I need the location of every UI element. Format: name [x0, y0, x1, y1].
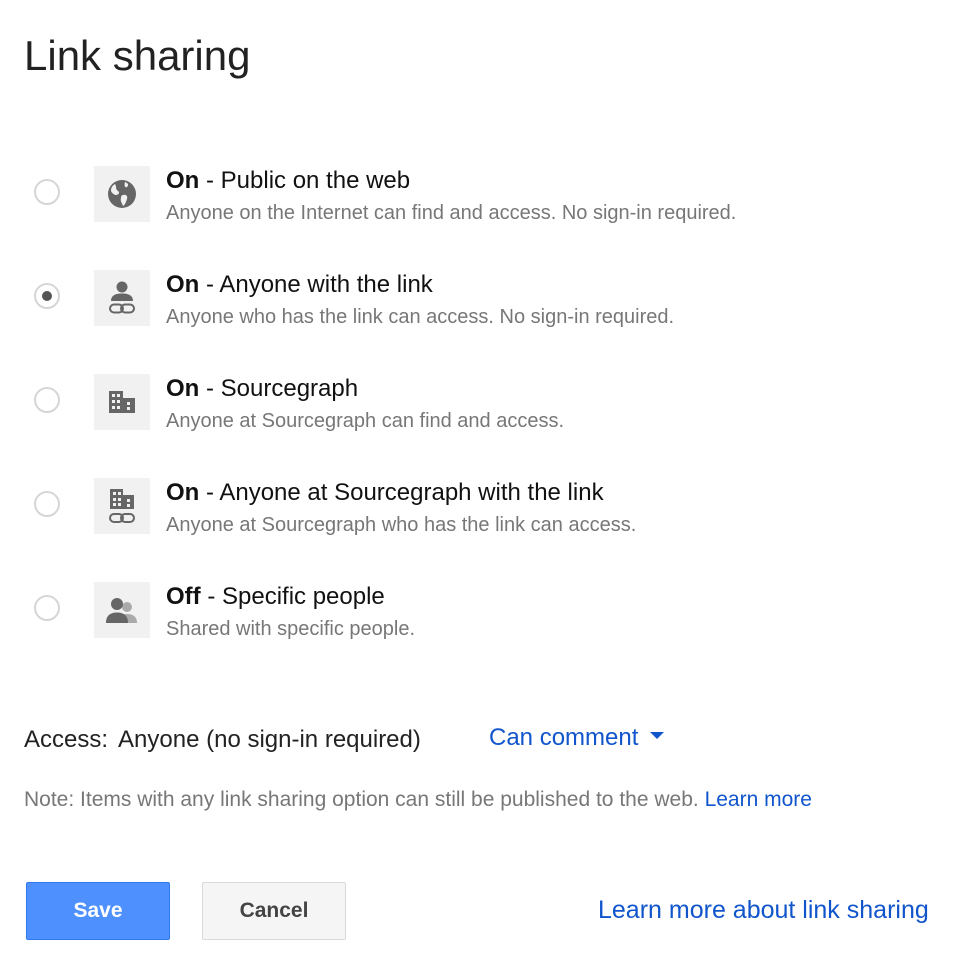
option-label: - Specific people: [200, 583, 385, 610]
option-label: - Public on the web: [199, 167, 411, 194]
option-text: On - Sourcegraph Anyone at Sourcegraph c…: [166, 374, 564, 434]
access-value: Anyone (no sign-in required): [118, 726, 421, 753]
learn-more-about-link-sharing-link[interactable]: Learn more about link sharing: [598, 894, 929, 926]
radio-sourcegraph[interactable]: [34, 387, 60, 413]
option-state: On: [166, 479, 200, 506]
cancel-button[interactable]: Cancel: [202, 882, 346, 940]
option-text: Off - Specific people Shared with specif…: [166, 582, 415, 642]
building-icon: [94, 374, 150, 430]
option-description: Anyone on the Internet can find and acce…: [166, 202, 737, 224]
publish-note: Note: Items with any link sharing option…: [24, 786, 812, 814]
option-state: On: [166, 271, 200, 298]
dialog-title: Link sharing: [24, 32, 251, 79]
option-description: Anyone who has the link can access. No s…: [166, 306, 675, 328]
option-text: On - Anyone at Sourcegraph with the link…: [166, 478, 636, 538]
learn-more-link[interactable]: Learn more: [705, 788, 812, 811]
option-anyone-with-link[interactable]: On - Anyone with the link Anyone who has…: [0, 270, 968, 354]
option-description: Anyone at Sourcegraph can find and acces…: [166, 410, 565, 432]
option-description: Anyone at Sourcegraph who has the link c…: [166, 514, 637, 536]
radio-sourcegraph-with-link[interactable]: [34, 491, 60, 517]
option-sourcegraph[interactable]: On - Sourcegraph Anyone at Sourcegraph c…: [0, 374, 968, 458]
option-text: On - Anyone with the link Anyone who has…: [166, 270, 674, 330]
building-link-icon: [94, 478, 150, 534]
permission-dropdown[interactable]: Can comment: [489, 722, 665, 754]
option-label: - Anyone at Sourcegraph with the link: [199, 479, 604, 506]
permission-value: Can comment: [489, 724, 639, 751]
option-text: On - Public on the web Anyone on the Int…: [166, 166, 736, 226]
access-row: Access: Anyone (no sign-in required): [24, 724, 421, 756]
radio-specific-people[interactable]: [34, 595, 60, 621]
option-specific-people[interactable]: Off - Specific people Shared with specif…: [0, 582, 968, 666]
people-icon: [94, 582, 150, 638]
save-button[interactable]: Save: [26, 882, 170, 940]
person-link-icon: [94, 270, 150, 326]
option-sourcegraph-with-link[interactable]: On - Anyone at Sourcegraph with the link…: [0, 478, 968, 562]
radio-public-on-web[interactable]: [34, 179, 60, 205]
radio-anyone-with-link[interactable]: [34, 283, 60, 309]
option-description: Shared with specific people.: [166, 618, 416, 640]
access-label: Access:: [24, 726, 109, 753]
note-text: Note: Items with any link sharing option…: [24, 788, 699, 811]
option-state: On: [166, 167, 200, 194]
option-public-on-web[interactable]: On - Public on the web Anyone on the Int…: [0, 166, 968, 250]
caret-down-icon: [650, 732, 665, 740]
option-state: Off: [166, 583, 201, 610]
globe-icon: [94, 166, 150, 222]
option-label: - Anyone with the link: [199, 271, 433, 298]
option-state: On: [166, 375, 200, 402]
option-label: - Sourcegraph: [199, 375, 359, 402]
